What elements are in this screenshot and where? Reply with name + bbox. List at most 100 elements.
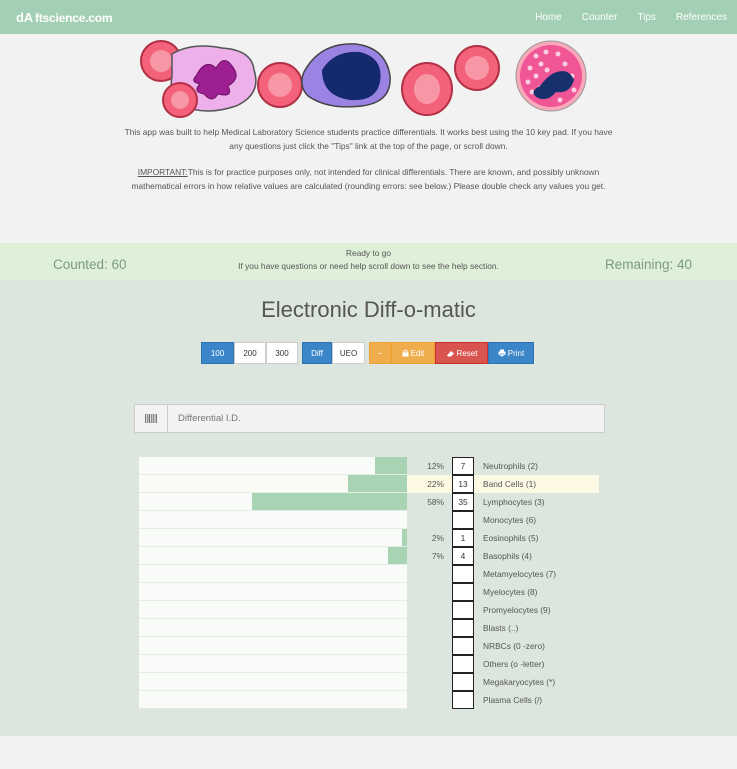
lymphocyte-cell-icon: [301, 43, 391, 108]
nav-references[interactable]: References: [676, 12, 727, 23]
cell-name: Neutrophils (2): [483, 461, 538, 471]
count-bar: [252, 493, 407, 511]
edit-label: Edit: [410, 348, 425, 358]
cell-count: 13: [452, 475, 474, 493]
nav-home[interactable]: Home: [535, 12, 562, 23]
cell-percent: 12%: [427, 461, 444, 471]
cell-row[interactable]: Others (o -letter): [139, 655, 599, 673]
cell-count: 1: [452, 529, 474, 547]
eraser-icon: [446, 350, 454, 356]
cell-count: [452, 511, 474, 529]
cell-percent: 22%: [427, 479, 444, 489]
brand-link[interactable]: dA ftscience.com: [16, 10, 113, 25]
cell-name: Blasts (..): [483, 623, 519, 633]
nav-counter[interactable]: Counter: [582, 12, 618, 23]
cell-row[interactable]: 7% 4 Basophils (4): [139, 547, 599, 565]
cell-name: Lymphocytes (3): [483, 497, 545, 507]
cell-name: Promyelocytes (9): [483, 605, 551, 615]
print-label: Print: [507, 348, 525, 358]
toolbar: 100 200 300 Diff UEO − Edit Reset Print: [201, 342, 534, 364]
count-100-button[interactable]: 100: [201, 342, 234, 364]
cell-row[interactable]: Plasma Cells (/): [139, 691, 599, 709]
reset-label: Reset: [456, 348, 478, 358]
remaining-total: Remaining: 40: [604, 257, 692, 272]
cell-count: 35: [452, 493, 474, 511]
cell-row[interactable]: Metamyelocytes (7): [139, 565, 599, 583]
brand-logo: dA: [16, 10, 33, 25]
cell-percent: 7%: [431, 551, 444, 561]
cell-count: [452, 637, 474, 655]
help-message: If you have questions or need help scrol…: [238, 261, 499, 271]
brand-name: ftscience.com: [34, 11, 113, 25]
print-button[interactable]: Print: [488, 342, 534, 364]
intro-paragraph: This app was built to help Medical Labor…: [124, 127, 613, 151]
important-text: This is for practice purposes only, not …: [131, 167, 606, 191]
cell-percent: 2%: [431, 533, 444, 543]
counted-total: Counted: 60: [53, 257, 127, 272]
cell-name: Myelocytes (8): [483, 587, 538, 597]
cell-row[interactable]: 2% 1 Eosinophils (5): [139, 529, 599, 547]
count-bar: [388, 547, 407, 565]
cell-row[interactable]: Megakaryocytes (*): [139, 673, 599, 691]
navbar: dA ftscience.com Home Counter Tips Refere…: [0, 0, 737, 34]
counter-panel: Electronic Diff-o-matic 100 200 300 Diff…: [0, 280, 737, 736]
page-title: Electronic Diff-o-matic: [261, 297, 476, 322]
count-200-button[interactable]: 200: [234, 342, 266, 364]
cell-row[interactable]: Monocytes (6): [139, 511, 599, 529]
count-bar: [348, 475, 407, 493]
eosinophil-cell-icon: [515, 40, 587, 112]
cell-count: [452, 601, 474, 619]
reset-button[interactable]: Reset: [435, 342, 488, 364]
cell-name: Basophils (4): [483, 551, 532, 561]
cell-count: [452, 583, 474, 601]
important-label: IMPORTANT:: [137, 167, 188, 177]
cell-name: Eosinophils (5): [483, 533, 539, 543]
cell-row[interactable]: Myelocytes (8): [139, 583, 599, 601]
minus-button[interactable]: −: [369, 342, 391, 364]
differential-id-group: [134, 404, 605, 433]
cell-count: [452, 673, 474, 691]
cell-row[interactable]: Blasts (..): [139, 619, 599, 637]
lock-icon: [402, 349, 409, 357]
red-blood-cell-icon: [162, 82, 198, 118]
edit-button[interactable]: Edit: [391, 342, 435, 364]
print-icon: [498, 349, 506, 357]
red-blood-cell-icon: [257, 62, 303, 108]
cell-row[interactable]: 22% 13 Band Cells (1): [139, 475, 599, 493]
cell-name: Band Cells (1): [483, 479, 537, 489]
cell-count: [452, 691, 474, 709]
cell-name: Others (o -letter): [483, 659, 545, 669]
nav-tips[interactable]: Tips: [637, 12, 656, 23]
cell-row[interactable]: Promyelocytes (9): [139, 601, 599, 619]
red-blood-cell-icon: [401, 62, 453, 116]
differential-id-input[interactable]: [168, 405, 604, 432]
barcode-icon: [135, 405, 168, 432]
status-message: Ready to go If you have questions or nee…: [150, 247, 587, 273]
cell-row[interactable]: 58% 35 Lymphocytes (3): [139, 493, 599, 511]
cell-name: NRBCs (0 -zero): [483, 641, 545, 651]
cell-count: [452, 565, 474, 583]
red-blood-cell-icon: [454, 45, 500, 91]
important-notice: IMPORTANT:This is for practice purposes …: [120, 166, 617, 193]
count-bar: [375, 457, 407, 475]
cell-count: 7: [452, 457, 474, 475]
cell-row[interactable]: NRBCs (0 -zero): [139, 637, 599, 655]
count-300-button[interactable]: 300: [266, 342, 298, 364]
cell-name: Plasma Cells (/): [483, 695, 543, 705]
intro-text: This app was built to help Medical Labor…: [120, 126, 617, 206]
ueo-mode-button[interactable]: UEO: [332, 342, 365, 364]
diff-mode-button[interactable]: Diff: [302, 342, 332, 364]
ready-message: Ready to go: [345, 248, 392, 258]
cell-name: Megakaryocytes (*): [483, 677, 556, 687]
cell-name: Monocytes (6): [483, 515, 537, 525]
status-bar: Counted: 60 Ready to go If you have ques…: [0, 243, 737, 280]
cell-percent: 58%: [427, 497, 444, 507]
cell-count: 4: [452, 547, 474, 565]
cell-row[interactable]: 12% 7 Neutrophils (2): [139, 457, 599, 475]
cell-count: [452, 619, 474, 637]
cell-name: Metamyelocytes (7): [483, 569, 557, 579]
cell-count: [452, 655, 474, 673]
nav-links: Home Counter Tips References: [515, 12, 727, 23]
blood-cells-illustration: [140, 40, 587, 118]
count-bar: [402, 529, 407, 547]
